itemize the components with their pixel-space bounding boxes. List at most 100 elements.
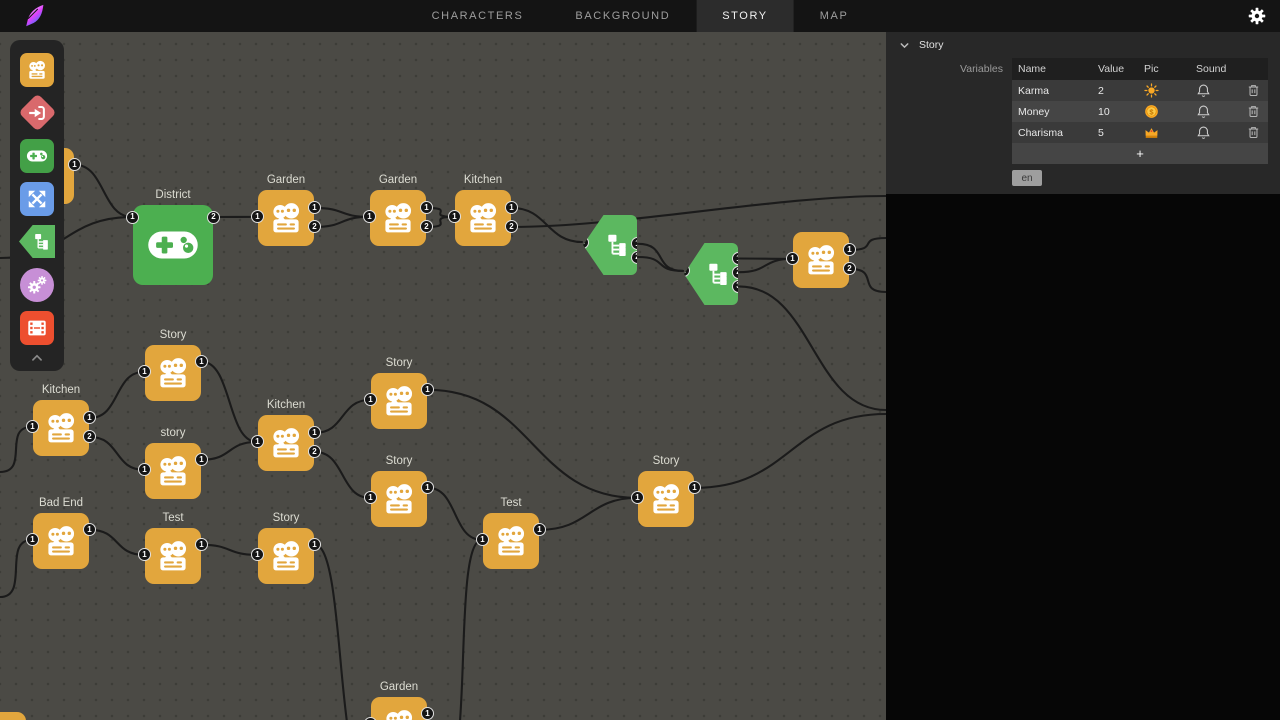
variable-value[interactable]: 5	[1092, 122, 1138, 143]
variable-name[interactable]: Karma	[1012, 80, 1092, 101]
bell-icon[interactable]	[1196, 125, 1211, 140]
dialogue-icon	[155, 453, 191, 489]
node-badEnd[interactable]: Bad End11	[33, 513, 89, 569]
edge	[444, 540, 482, 720]
coin-icon[interactable]: $	[1144, 104, 1159, 119]
col-name: Name	[1012, 58, 1092, 80]
trash-icon[interactable]	[1246, 125, 1261, 140]
node-testL[interactable]: Test11	[145, 528, 201, 584]
out-port[interactable]: 1	[421, 707, 434, 720]
node-kitchenM[interactable]: Kitchen112	[258, 415, 314, 471]
in-port[interactable]: 1	[364, 491, 377, 504]
tab-characters[interactable]: CHARACTERS	[406, 0, 550, 32]
bell-icon[interactable]	[1196, 83, 1211, 98]
col-pic: Pic	[1138, 58, 1190, 80]
in-port[interactable]: 1	[448, 210, 461, 223]
node-kitchenL[interactable]: Kitchen112	[33, 400, 89, 456]
node-storyBL[interactable]: Story11	[258, 528, 314, 584]
edge	[850, 269, 886, 292]
edge	[512, 196, 886, 227]
language-button[interactable]: en	[1012, 170, 1042, 186]
dialogue-icon	[155, 538, 191, 574]
node-storyML[interactable]: Story11	[371, 471, 427, 527]
dialogue-icon	[381, 481, 417, 517]
bell-icon[interactable]	[1196, 104, 1211, 119]
dialogue-node-tool[interactable]	[15, 48, 59, 91]
choice-node-tool[interactable]	[15, 177, 59, 220]
in-port[interactable]: 1	[138, 548, 151, 561]
node-storyLC[interactable]: story11	[145, 443, 201, 499]
node-title: Test	[162, 512, 183, 524]
crown-icon[interactable]	[1144, 125, 1159, 140]
tab-background[interactable]: BACKGROUND	[549, 0, 696, 32]
tab-story[interactable]: STORY	[696, 0, 794, 32]
out-port[interactable]: 2	[207, 211, 220, 224]
node-node8[interactable]: 112	[793, 232, 849, 288]
in-port[interactable]: 1	[631, 491, 644, 504]
node-title: Story	[653, 455, 680, 467]
variable-row[interactable]: Karma 2	[1012, 80, 1268, 101]
edge	[428, 390, 637, 498]
node-gardenA[interactable]: Garden112	[258, 190, 314, 246]
in-port[interactable]: 1	[26, 533, 39, 546]
trash-icon[interactable]	[1246, 104, 1261, 119]
jump-node-tool[interactable]	[15, 91, 59, 134]
story-section-header[interactable]: Story	[886, 32, 1280, 58]
settings-node-tool[interactable]	[15, 263, 59, 306]
variable-name[interactable]: Charisma	[1012, 122, 1092, 143]
variable-name[interactable]: Money	[1012, 101, 1092, 122]
in-port[interactable]: 1	[251, 548, 264, 561]
node-storyL[interactable]: Story11	[145, 345, 201, 401]
dialogue-icon	[268, 200, 304, 236]
dialogue-icon	[648, 481, 684, 517]
table-header-row: Name Value Pic Sound	[1012, 58, 1268, 80]
condition-node-tool[interactable]	[15, 220, 59, 263]
node-gardenBot[interactable]: Garden11	[371, 697, 427, 720]
in-port[interactable]: 1	[251, 435, 264, 448]
node-storyMU[interactable]: Story11	[371, 373, 427, 429]
sun-icon[interactable]	[1144, 83, 1159, 98]
in-port[interactable]: 1	[138, 463, 151, 476]
node-storyR[interactable]: Story11	[638, 471, 694, 527]
node-toolbar	[10, 40, 64, 371]
node-title: story	[161, 427, 186, 439]
in-port[interactable]: 1	[138, 365, 151, 378]
col-sound: Sound	[1190, 58, 1240, 80]
in-port[interactable]: 1	[251, 210, 264, 223]
col-actions	[1240, 58, 1268, 80]
add-variable-row[interactable]: +	[1012, 143, 1268, 164]
movie-node-tool[interactable]	[15, 306, 59, 349]
variable-row[interactable]: Money 10 $	[1012, 101, 1268, 122]
in-port[interactable]: 1	[476, 533, 489, 546]
trash-icon[interactable]	[1246, 83, 1261, 98]
tree-icon	[32, 232, 51, 251]
in-port[interactable]: 1	[363, 210, 376, 223]
variable-value[interactable]: 10	[1092, 101, 1138, 122]
in-port[interactable]: 1	[26, 420, 39, 433]
chevron-down-icon[interactable]	[899, 40, 910, 51]
edge	[739, 286, 886, 410]
add-variable-button[interactable]: +	[1012, 143, 1268, 164]
node-title: Bad End	[39, 497, 83, 509]
gears-icon	[26, 274, 48, 296]
tab-map[interactable]: MAP	[794, 0, 875, 32]
node-gardenB[interactable]: Garden112	[370, 190, 426, 246]
edge	[315, 452, 370, 498]
node-district[interactable]: District12	[133, 205, 213, 285]
edge	[540, 498, 637, 530]
toolbar-collapse-button[interactable]	[10, 349, 64, 367]
gear-icon[interactable]	[1246, 5, 1268, 27]
in-port[interactable]: 1	[786, 252, 799, 265]
node-title: Story	[386, 455, 413, 467]
node-title: Story	[273, 512, 300, 524]
game-node-tool[interactable]	[15, 134, 59, 177]
dialogue-icon	[493, 523, 529, 559]
node-graph-canvas[interactable]: 1District12Garden112Garden112Kitchen1121…	[0, 32, 886, 720]
variable-value[interactable]: 2	[1092, 80, 1138, 101]
variable-row[interactable]: Charisma 5	[1012, 122, 1268, 143]
node-kitchenT[interactable]: Kitchen112	[455, 190, 511, 246]
in-port[interactable]: 1	[126, 211, 139, 224]
node-corner[interactable]	[0, 712, 26, 720]
in-port[interactable]: 1	[364, 393, 377, 406]
node-testM[interactable]: Test11	[483, 513, 539, 569]
